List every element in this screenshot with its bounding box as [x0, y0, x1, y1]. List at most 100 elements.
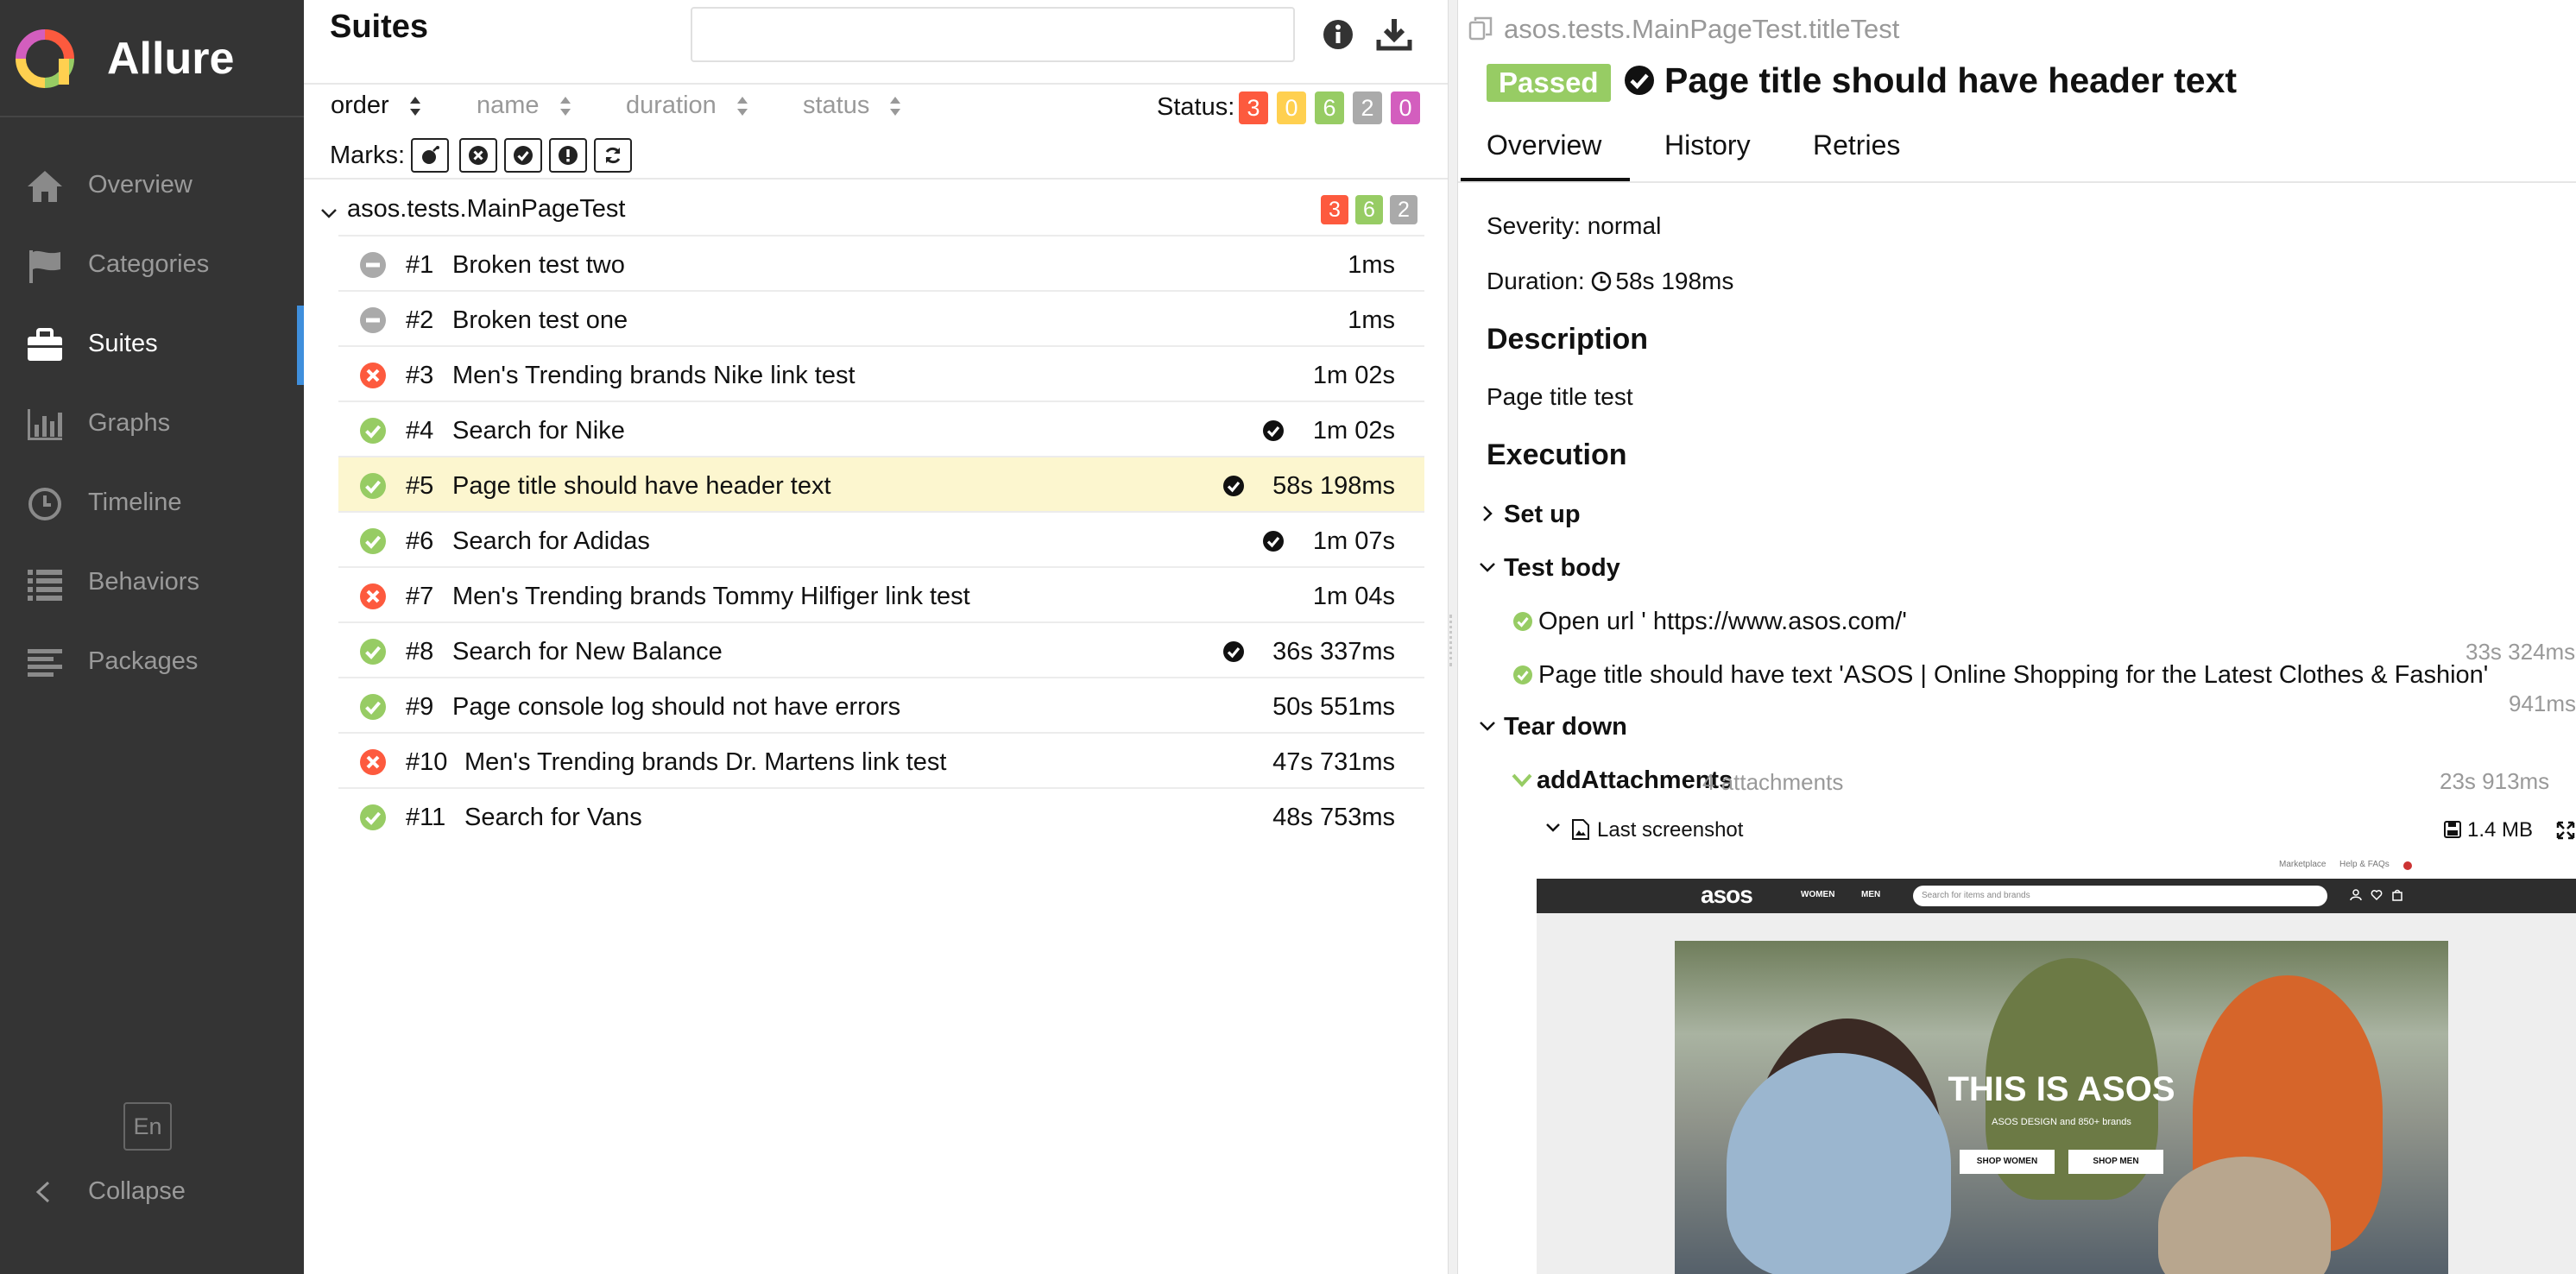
chevron-right-icon	[1483, 506, 1493, 521]
sort-duration-label: duration	[626, 91, 717, 119]
status-badge: Passed	[1487, 64, 1611, 102]
test-row[interactable]: #5 Page title should have header text 58s …	[338, 456, 1424, 511]
user-icon	[2350, 889, 2362, 901]
test-row[interactable]: #3 Men's Trending brands Nike link test 1m…	[338, 345, 1424, 400]
sort-arrows-icon	[409, 97, 420, 117]
test-row[interactable]: #7 Men's Trending brands Tommy Hilfiger l…	[338, 566, 1424, 621]
new-passed-mark-icon	[1263, 531, 1284, 552]
attachment-count: 4 attachments	[1702, 769, 1844, 795]
test-number: #8	[406, 638, 434, 665]
attachment-name: Last screenshot	[1597, 818, 1744, 842]
test-row[interactable]: #9 Page console log should not have error…	[338, 677, 1424, 732]
brand-name: Allure	[107, 34, 235, 84]
sort-status[interactable]: status	[803, 91, 902, 120]
mark-new-failed-button[interactable]	[459, 138, 497, 173]
failed-icon	[360, 749, 386, 775]
test-duration: 1m 02s	[1312, 417, 1395, 445]
nav-label-overview: Overview	[88, 171, 193, 199]
language-button[interactable]: En	[123, 1102, 172, 1151]
test-full-name: asos.tests.MainPageTest.titleTest	[1504, 14, 1900, 44]
mark-retries-button[interactable]	[594, 138, 632, 173]
test-row[interactable]: #6 Search for Adidas 1m 07s	[338, 511, 1424, 566]
test-row[interactable]: #2 Broken test one 1ms	[338, 290, 1424, 345]
status-filter-broken[interactable]: 0	[1277, 91, 1306, 124]
search-input[interactable]	[691, 7, 1295, 62]
nav-item-categories[interactable]: Categories	[0, 226, 304, 306]
step-row[interactable]: Page title should have text 'ASOS | Onli…	[1512, 661, 2488, 690]
suite-group-row[interactable]: asos.tests.MainPageTest 3 6 2	[319, 192, 1424, 237]
test-number: #5	[406, 472, 434, 500]
nav-item-behaviors[interactable]: Behaviors	[0, 544, 304, 623]
test-name: Search for Nike	[452, 417, 625, 445]
tab-history[interactable]: History	[1664, 129, 1751, 161]
description-heading: Description	[1487, 323, 1649, 356]
test-duration: 48s 753ms	[1272, 804, 1395, 831]
test-row[interactable]: #8 Search for New Balance 36s 337ms	[338, 621, 1424, 677]
mark-flaky-button[interactable]	[411, 138, 449, 173]
tab-retries[interactable]: Retries	[1813, 129, 1900, 161]
new-passed-mark-icon	[1223, 641, 1244, 662]
sort-order[interactable]: order	[331, 91, 422, 120]
screenshot-navbar: asos WOMEN MEN Search for items and bran…	[1537, 879, 2576, 913]
bar-chart-icon	[28, 409, 62, 440]
passed-icon	[360, 473, 386, 499]
check-circle-icon	[1513, 612, 1532, 631]
attachment-row[interactable]: Last screenshot 1.4 MB	[1545, 815, 2576, 846]
test-number: #6	[406, 527, 434, 555]
nav-item-timeline[interactable]: Timeline	[0, 464, 304, 544]
teardown-label: Tear down	[1504, 713, 1627, 741]
passed-icon	[360, 694, 386, 720]
status-filter-unknown[interactable]: 0	[1391, 91, 1420, 124]
test-title: Page title should have header text	[1664, 60, 2238, 100]
download-icon[interactable]	[1376, 16, 1412, 52]
test-number: #10	[406, 748, 448, 776]
test-duration: 1ms	[1348, 251, 1395, 279]
status-filter-skipped[interactable]: 2	[1353, 91, 1382, 124]
splitter-grip-icon[interactable]	[1449, 615, 1456, 666]
nav-label-packages: Packages	[88, 647, 199, 675]
nav-label-suites: Suites	[88, 330, 158, 357]
test-number: #9	[406, 693, 434, 721]
test-row[interactable]: #11 Search for Vans 48s 753ms	[338, 787, 1424, 842]
status-filter-passed[interactable]: 6	[1315, 91, 1344, 124]
copy-icon[interactable]	[1468, 16, 1493, 41]
info-icon[interactable]	[1321, 17, 1355, 52]
test-row[interactable]: #4 Search for Nike 1m 02s	[338, 400, 1424, 456]
refresh-icon	[605, 147, 621, 164]
divider	[1458, 181, 2576, 183]
marks-label: Marks:	[330, 142, 405, 169]
step-duration: 941ms	[2509, 691, 2576, 716]
passed-icon	[360, 639, 386, 665]
align-left-icon	[28, 649, 62, 677]
sort-name[interactable]: name	[477, 91, 572, 120]
nav-item-graphs[interactable]: Graphs	[0, 385, 304, 464]
nav-item-overview[interactable]: Overview	[0, 147, 304, 226]
mark-new-broken-button[interactable]	[549, 138, 587, 173]
expand-icon[interactable]	[2555, 820, 2576, 841]
tab-overview[interactable]: Overview	[1487, 129, 1601, 161]
status-filter-failed[interactable]: 3	[1239, 91, 1268, 124]
group-count-failed: 3	[1321, 195, 1348, 224]
test-row[interactable]: #10 Men's Trending brands Dr. Martens lin…	[338, 732, 1424, 787]
screenshot-tab: WOMEN	[1801, 890, 1835, 899]
step-text: Open url ' https://www.asos.com/'	[1538, 608, 1907, 635]
nav-item-packages[interactable]: Packages	[0, 623, 304, 703]
mark-new-passed-button[interactable]	[504, 138, 542, 173]
test-name: Search for New Balance	[452, 638, 723, 665]
brand-header[interactable]: Allure	[0, 0, 304, 117]
screenshot-search: Search for items and brands	[1913, 886, 2327, 906]
test-row[interactable]: #1 Broken test two 1ms	[338, 235, 1424, 290]
check-circle-icon	[1625, 66, 1654, 95]
step-row[interactable]: Open url ' https://www.asos.com/'	[1512, 608, 1907, 636]
home-icon	[28, 171, 62, 202]
collapse-button[interactable]: Collapse	[0, 1157, 304, 1226]
attachment-screenshot-preview[interactable]: Marketplace Help & FAQs asos WOMEN MEN S…	[1537, 855, 2576, 1274]
screenshot-logo: asos	[1701, 881, 1753, 908]
sort-duration[interactable]: duration	[626, 91, 749, 120]
nav-item-suites[interactable]: Suites	[0, 306, 304, 385]
test-name: Broken test one	[452, 306, 628, 334]
divider	[304, 178, 1448, 180]
test-duration: 1m 07s	[1312, 527, 1395, 555]
step-text: Page title should have text 'ASOS | Onli…	[1538, 661, 2489, 689]
divider	[304, 83, 1448, 85]
